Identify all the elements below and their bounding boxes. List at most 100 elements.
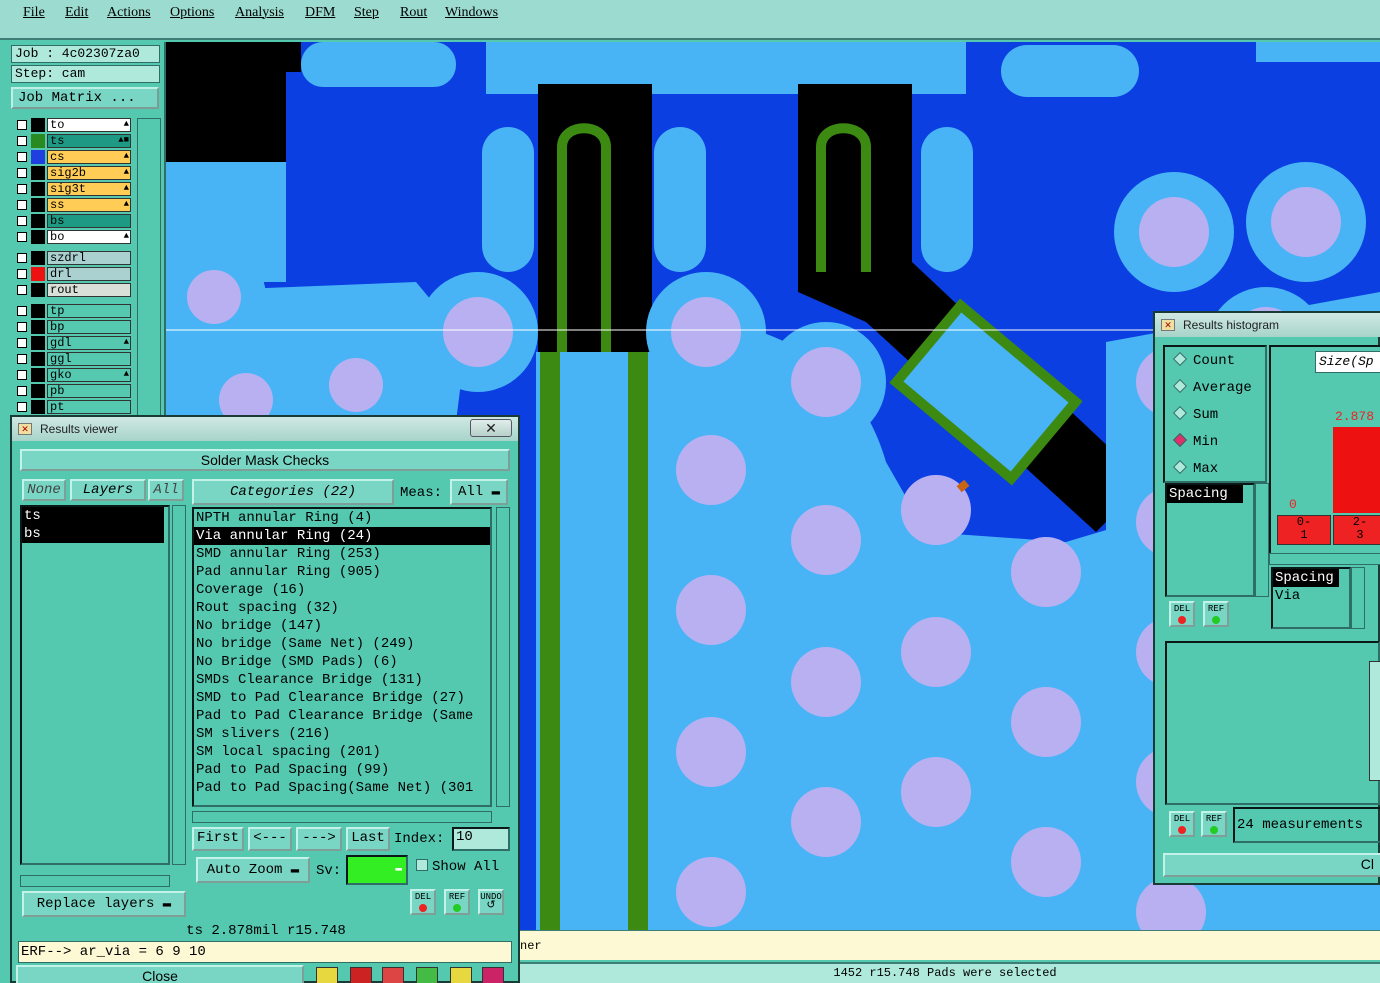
radio-min[interactable]: Min (1172, 432, 1218, 450)
layer-color-swatch[interactable] (31, 230, 45, 244)
checks-list-hscrollbar[interactable] (192, 811, 492, 823)
layer-list-scrollbar[interactable] (137, 118, 161, 458)
layer-row-pb[interactable]: pb (13, 384, 131, 398)
layer-checkbox[interactable] (17, 120, 27, 130)
layer-color-swatch[interactable] (31, 336, 45, 350)
layer-row-szdrl[interactable]: szdrl (13, 251, 131, 265)
check-item[interactable]: SM local spacing (201) (194, 743, 490, 761)
layer-checkbox[interactable] (17, 354, 27, 364)
tool-icon-1[interactable] (316, 967, 338, 983)
layer-name[interactable]: bo (47, 230, 131, 244)
check-item[interactable]: SMDs Clearance Bridge (131) (194, 671, 490, 689)
check-item[interactable]: Via annular Ring (24) (194, 527, 490, 545)
layer-results-scrollbar[interactable] (172, 505, 186, 865)
hist-ref-button[interactable]: REF (1203, 601, 1229, 627)
layer-name[interactable]: drl (47, 267, 131, 281)
layer-checkbox[interactable] (17, 306, 27, 316)
menu-step[interactable]: Step (354, 5, 379, 21)
menu-edit[interactable]: Edit (65, 5, 88, 21)
layer-checkbox[interactable] (17, 370, 27, 380)
tool-icon-3[interactable] (382, 967, 404, 983)
layer-color-swatch[interactable] (31, 384, 45, 398)
chart-hscrollbar[interactable] (1269, 553, 1380, 565)
layer-row-ts[interactable]: ts ▲■ (13, 134, 131, 148)
layer-name[interactable]: szdrl (47, 251, 131, 265)
categories-button[interactable]: Categories (22) (192, 479, 394, 505)
layer-row-tp[interactable]: tp (13, 304, 131, 318)
check-item[interactable]: SMD annular Ring (253) (194, 545, 490, 563)
histogram-list-1-scrollbar[interactable] (1255, 483, 1269, 597)
radio-sum[interactable]: Sum (1172, 405, 1218, 423)
check-item[interactable]: No Bridge (SMD Pads) (6) (194, 653, 490, 671)
none-button[interactable]: None (22, 479, 66, 501)
layer-color-swatch[interactable] (31, 198, 45, 212)
layer-checkbox[interactable] (17, 402, 27, 412)
list-item[interactable]: Spacing (1167, 485, 1243, 503)
histogram-list-2[interactable]: Spacing Via (1271, 567, 1351, 629)
layer-row-gdl[interactable]: gdl ▲ (13, 336, 131, 350)
check-item[interactable]: Pad to Pad Clearance Bridge (Same (194, 707, 490, 725)
layer-color-swatch[interactable] (31, 267, 45, 281)
show-all-checkbox[interactable] (416, 859, 428, 871)
layer-color-swatch[interactable] (31, 150, 45, 164)
layer-result-item[interactable]: bs (22, 525, 164, 543)
close-button[interactable]: Close (16, 965, 304, 983)
layer-checkbox[interactable] (17, 200, 27, 210)
all-button[interactable]: All (148, 479, 184, 501)
radio-average[interactable]: Average (1172, 378, 1252, 396)
layer-color-swatch[interactable] (31, 283, 45, 297)
layer-name[interactable]: cs (47, 150, 131, 164)
menu-windows[interactable]: Windows (445, 5, 498, 21)
layer-color-swatch[interactable] (31, 251, 45, 265)
menu-dfm[interactable]: DFM (305, 5, 335, 21)
tool-icon-4[interactable] (416, 967, 438, 983)
layer-row-ss[interactable]: ss ▲ (13, 198, 131, 212)
undo-button[interactable]: UNDO ↺ (478, 889, 504, 915)
layer-checkbox[interactable] (17, 386, 27, 396)
layer-name[interactable]: sig2b (47, 166, 131, 180)
layer-result-item[interactable]: ts (22, 507, 164, 525)
layer-checkbox[interactable] (17, 216, 27, 226)
layer-checkbox[interactable] (17, 322, 27, 332)
check-item[interactable]: Rout spacing (32) (194, 599, 490, 617)
layer-checkbox[interactable] (17, 269, 27, 279)
layer-checkbox[interactable] (17, 232, 27, 242)
layer-checkbox[interactable] (17, 168, 27, 178)
histogram-list-1[interactable]: Spacing (1165, 483, 1255, 597)
layer-row-pt[interactable]: pt (13, 400, 131, 414)
index-input[interactable]: 10 (452, 827, 510, 851)
histogram-list-2-scrollbar[interactable] (1351, 567, 1365, 629)
last-button[interactable]: Last (346, 827, 390, 851)
layer-checkbox[interactable] (17, 152, 27, 162)
layer-row-gko[interactable]: gko ▲ (13, 368, 131, 382)
prev-button[interactable]: <--- (248, 827, 292, 851)
next-button[interactable]: ---> (296, 827, 342, 851)
layer-name[interactable]: gko (47, 368, 131, 382)
check-item[interactable]: Pad to Pad Spacing(Same Net) (301 (194, 779, 490, 797)
layer-row-to[interactable]: to ▲ (13, 118, 131, 132)
layer-name[interactable]: ss (47, 198, 131, 212)
layer-name[interactable]: pt (47, 400, 131, 414)
menu-analysis[interactable]: Analysis (235, 5, 284, 21)
layer-row-bo[interactable]: bo ▲ (13, 230, 131, 244)
ref-button[interactable]: REF (444, 889, 470, 915)
results-viewer-titlebar[interactable]: ✕ Results viewer ✕ (12, 417, 518, 441)
check-item[interactable]: No bridge (Same Net) (249) (194, 635, 490, 653)
hist-del-button[interactable]: DEL (1169, 601, 1195, 627)
layer-row-bp[interactable]: bp (13, 320, 131, 334)
layer-name[interactable]: bp (47, 320, 131, 334)
tool-icon-2[interactable] (350, 967, 372, 983)
layer-row-ggl[interactable]: ggl (13, 352, 131, 366)
layer-color-swatch[interactable] (31, 118, 45, 132)
layer-row-sig3t[interactable]: sig3t ▲ (13, 182, 131, 196)
meas-select[interactable]: All ▬ (450, 479, 508, 505)
layer-checkbox[interactable] (17, 338, 27, 348)
layer-name[interactable]: tp (47, 304, 131, 318)
list-item[interactable]: Spacing (1273, 569, 1339, 587)
window-close-button[interactable]: ✕ (470, 419, 512, 437)
replace-layers-button[interactable]: Replace layers ▬ (22, 891, 186, 917)
layer-color-swatch[interactable] (31, 304, 45, 318)
layer-color-swatch[interactable] (31, 368, 45, 382)
layer-name[interactable]: gdl (47, 336, 131, 350)
layer-name[interactable]: rout (47, 283, 131, 297)
